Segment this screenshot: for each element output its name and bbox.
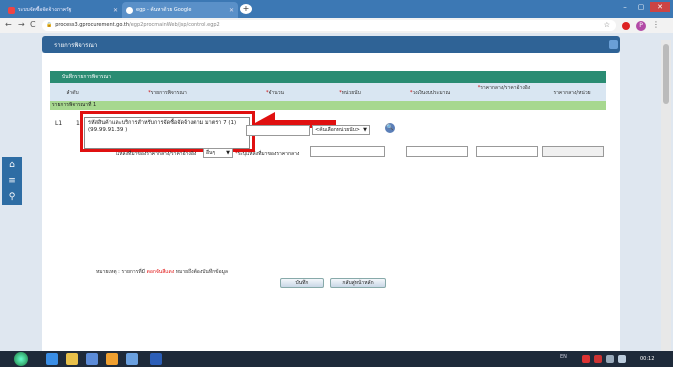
tab-label: egp - ค้นหาด้วย Google [136, 7, 192, 13]
browser-tab-bar: ระบบจัดซื้อจัดจ้างภาครัฐ ✕ egp - ค้นหาด้… [0, 0, 673, 18]
side-toolbar: ⌂ ≡ ⚲ [2, 157, 22, 205]
address-bar: ← → C 🔒 process3.gprocurement.go.th/egp2p… [0, 18, 673, 33]
row-number: L1 [55, 120, 63, 127]
highlight-box [80, 111, 255, 152]
start-button[interactable] [14, 352, 28, 366]
browser-menu-icon[interactable]: ⋮ [652, 20, 660, 29]
url-input[interactable]: 🔒 process3.gprocurement.go.th/egp2procmai… [42, 20, 616, 31]
unit-search-icon[interactable]: 🔍 [385, 123, 395, 133]
ie-icon[interactable] [46, 353, 58, 365]
col-header-item: *รายการพิจารณา [95, 83, 240, 101]
col-header-ref-price: *ราคากลาง/ราคาอ้างอิง [470, 83, 538, 101]
tray-language[interactable]: EN [560, 354, 567, 360]
note-text: หมายเหตุ : รายการที่มี ดอกจันสีแดง หมายถ… [96, 269, 228, 275]
reload-button[interactable]: C [30, 20, 36, 29]
screen: ระบบจัดซื้อจัดจ้างภาครัฐ ✕ egp - ค้นหาด้… [0, 0, 673, 367]
col-header-unit-price: ราคากลาง/หน่วย [538, 83, 606, 101]
source-other-input[interactable] [310, 146, 385, 157]
new-tab-button[interactable]: + [240, 4, 252, 14]
maximize-button[interactable]: ▢ [634, 2, 648, 12]
close-tab-icon[interactable]: ✕ [229, 7, 234, 14]
app-icon[interactable] [86, 353, 98, 365]
unit-select[interactable]: <ค้นเลือกหน่วยนับ> ▼ [312, 125, 370, 135]
clock: 00:12 [640, 356, 655, 362]
menu-icon[interactable]: ≡ [2, 173, 22, 189]
group-row: รายการพิจารณาที่ 1 [50, 101, 606, 110]
budget-input[interactable] [406, 146, 468, 157]
media-icon[interactable] [106, 353, 118, 365]
tray-app-icon[interactable] [594, 355, 602, 363]
col-header-budget: *วงเงินงบประมาณ [390, 83, 470, 101]
tab-egp-system[interactable]: ระบบจัดซื้อจัดจ้างภาครัฐ ✕ [4, 2, 122, 18]
home-icon[interactable]: ⌂ [2, 157, 22, 173]
url-path: /egp2procmainWeb/jsp/control.egp2 [129, 22, 220, 28]
site-favicon-icon [8, 6, 15, 14]
extension-icon[interactable] [622, 22, 630, 30]
page-header: รายการพิจารณา [42, 36, 620, 53]
quantity-input[interactable] [246, 125, 310, 136]
os-taskbar: EN 00:12 [0, 351, 673, 367]
col-header-unit: *หน่วยนับ [310, 83, 390, 101]
section-title: บันทึกรายการพิจารณา [50, 71, 606, 83]
search-icon[interactable]: ⚲ [2, 189, 22, 205]
word-icon[interactable] [150, 353, 162, 365]
tray-volume-icon[interactable] [618, 355, 626, 363]
lock-icon: 🔒 [46, 22, 53, 28]
folder-icon[interactable] [66, 353, 78, 365]
tab-label: ระบบจัดซื้อจัดจ้างภาครัฐ [18, 7, 72, 13]
profile-avatar[interactable]: P [636, 21, 646, 31]
close-window-button[interactable]: ✕ [650, 2, 670, 12]
ref-price-input[interactable] [476, 146, 538, 157]
url-host: process3.gprocurement.go.th [55, 22, 130, 28]
google-favicon-icon [126, 6, 133, 14]
bookmark-star-icon[interactable]: ☆ [604, 20, 610, 31]
save-button[interactable]: บันทึก [280, 278, 324, 288]
page-scrollbar[interactable] [661, 40, 671, 351]
col-header-qty: *จำนวน [240, 83, 310, 101]
source-other-label: *ระบุแหล่งที่มาของราคากลาง [235, 151, 300, 157]
source-select[interactable]: อื่นๆ ▼ [203, 148, 233, 158]
source-label: แหล่งที่มาของราคากลาง/ราคาอ้างอิง [116, 151, 197, 157]
tray-antivirus-icon[interactable] [582, 355, 590, 363]
scroll-thumb[interactable] [663, 44, 669, 104]
back-to-main-button[interactable]: กลับสู่หน้าหลัก [330, 278, 386, 288]
back-button[interactable]: ← [5, 20, 12, 29]
unit-price-input [542, 146, 604, 157]
forward-button[interactable]: → [18, 20, 25, 29]
col-header-no: ลำดับ [50, 83, 95, 101]
tray-flag-icon[interactable] [606, 355, 614, 363]
minimize-button[interactable]: – [618, 2, 632, 12]
close-tab-icon[interactable]: ✕ [113, 7, 118, 14]
page-title: รายการพิจารณา [54, 42, 98, 49]
collapse-icon[interactable] [609, 40, 618, 49]
tab-google-search[interactable]: egp - ค้นหาด้วย Google ✕ [122, 2, 238, 18]
chrome-icon[interactable] [126, 353, 138, 365]
